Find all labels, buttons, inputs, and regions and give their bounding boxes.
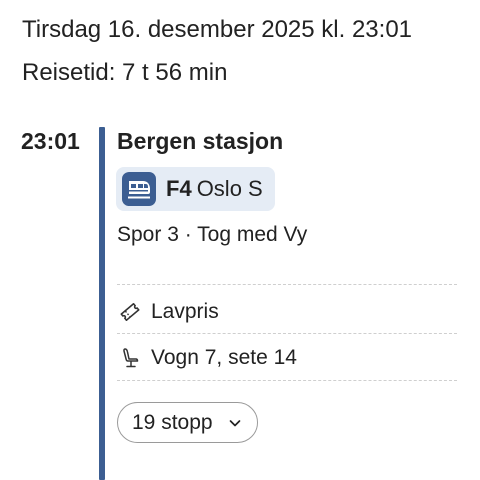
divider [117,284,457,285]
seat-row: Vogn 7, sete 14 [117,343,297,373]
line-chip[interactable]: F4 Oslo S [116,167,275,211]
train-icon [122,172,156,206]
platform-operator-info: Spor 3 · Tog med Vy [117,223,308,246]
seat-icon [117,345,143,371]
seat-reservation: Vogn 7, sete 14 [151,346,297,369]
timeline-bar [99,127,105,480]
ticket-type: Lavpris [151,300,219,323]
stops-toggle-button[interactable]: 19 stopp [117,402,258,443]
chevron-down-icon [227,415,243,431]
trip-duration: Reisetid: 7 t 56 min [22,59,228,86]
line-code: F4 [166,176,192,201]
trip-date-time: Tirsdag 16. desember 2025 kl. 23:01 [22,16,413,43]
ticket-row: Lavpris [117,297,219,327]
departure-station: Bergen stasjon [117,128,284,154]
divider [117,333,457,334]
ticket-icon [117,299,143,325]
divider [117,380,457,381]
stops-count: 19 stopp [132,410,213,434]
departure-time: 23:01 [21,128,80,154]
line-destination: Oslo S [196,176,263,201]
